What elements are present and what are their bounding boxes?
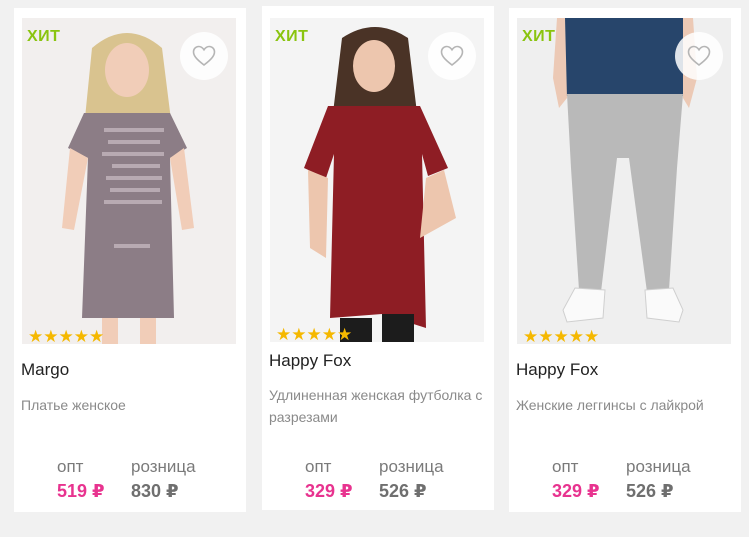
product-brand[interactable]: Happy Fox — [516, 360, 598, 380]
retail-price-column: розница 830 ₽ — [131, 456, 196, 503]
favorite-button[interactable] — [428, 32, 476, 80]
wholesale-price-column: опт 329 ₽ — [552, 456, 600, 503]
hit-badge: ХИТ — [522, 28, 556, 45]
wholesale-label: опт — [57, 457, 84, 476]
product-brand[interactable]: Happy Fox — [269, 351, 351, 371]
hit-badge: ХИТ — [275, 28, 309, 45]
product-card[interactable]: ХИТ ★★★★★ Happy Fox Удлиненная женская ф… — [262, 6, 494, 510]
heart-outline-icon — [192, 45, 216, 67]
retail-price: 526 ₽ — [379, 481, 427, 501]
price-block: опт 329 ₽ розница 526 ₽ — [262, 456, 494, 506]
wholesale-price: 519 ₽ — [57, 481, 105, 501]
wholesale-price-column: опт 329 ₽ — [305, 456, 353, 503]
heart-outline-icon — [440, 45, 464, 67]
product-brand[interactable]: Margo — [21, 360, 69, 380]
retail-label: розница — [379, 457, 444, 476]
retail-price: 526 ₽ — [626, 481, 674, 501]
product-card[interactable]: ХИТ ★★★★★ Happy Fox Женские леггинсы с л… — [509, 8, 741, 512]
wholesale-label: опт — [552, 457, 579, 476]
wholesale-label: опт — [305, 457, 332, 476]
retail-label: розница — [626, 457, 691, 476]
favorite-button[interactable] — [675, 32, 723, 80]
retail-price: 830 ₽ — [131, 481, 179, 501]
price-block: опт 519 ₽ розница 830 ₽ — [14, 456, 246, 506]
heart-outline-icon — [687, 45, 711, 67]
retail-label: розница — [131, 457, 196, 476]
product-grid: ХИТ ★★★★★ Margo Платье женское опт 519 ₽… — [0, 0, 749, 537]
wholesale-price: 329 ₽ — [305, 481, 353, 501]
rating-stars: ★★★★★ — [276, 325, 353, 342]
product-photo[interactable]: ХИТ ★★★★★ — [517, 18, 731, 344]
product-description[interactable]: Платье женское — [21, 394, 243, 416]
retail-price-column: розница 526 ₽ — [626, 456, 691, 503]
product-card[interactable]: ХИТ ★★★★★ Margo Платье женское опт 519 ₽… — [14, 8, 246, 512]
rating-stars: ★★★★★ — [28, 327, 105, 344]
retail-price-column: розница 526 ₽ — [379, 456, 444, 503]
favorite-button[interactable] — [180, 32, 228, 80]
product-photo[interactable]: ХИТ ★★★★★ — [22, 18, 236, 344]
rating-stars: ★★★★★ — [523, 327, 600, 344]
hit-badge: ХИТ — [27, 28, 61, 45]
product-description[interactable]: Удлиненная женская футболка с разрезами — [269, 384, 491, 428]
wholesale-price: 329 ₽ — [552, 481, 600, 501]
product-photo[interactable]: ХИТ ★★★★★ — [270, 18, 484, 342]
wholesale-price-column: опт 519 ₽ — [57, 456, 105, 503]
product-description[interactable]: Женские леггинсы с лайкрой — [516, 394, 738, 416]
price-block: опт 329 ₽ розница 526 ₽ — [509, 456, 741, 506]
